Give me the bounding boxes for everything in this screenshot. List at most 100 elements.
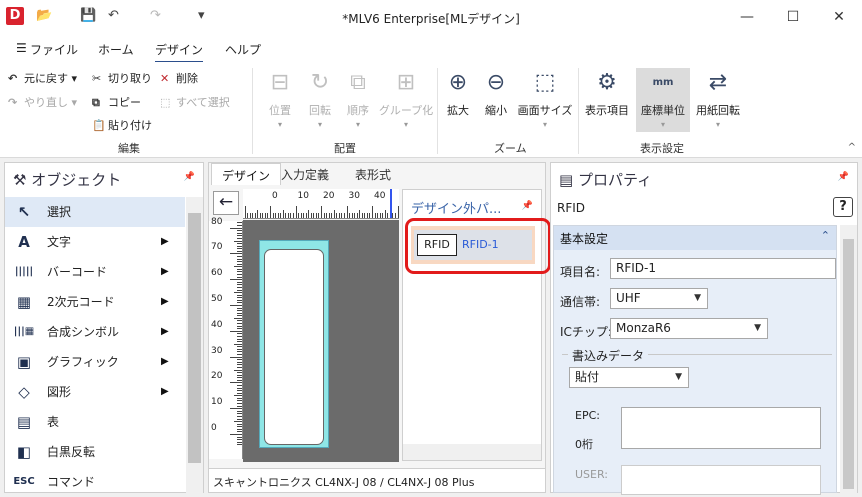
epc-input[interactable] [621, 407, 821, 449]
object-item[interactable]: ◧ 白黒反転 [5, 437, 185, 467]
object-item[interactable]: |||▦ 合成シンボル ▶ [5, 317, 185, 347]
pin-icon[interactable]: 📌 [522, 201, 533, 211]
screen-size-button[interactable]: ⬚ 画面サイズ ▾ [516, 68, 574, 129]
paste-button[interactable]: 📋 貼り付け [92, 117, 152, 133]
menu-help[interactable]: ヘルプ [225, 41, 261, 58]
item-name-field[interactable]: RFID-1 [610, 258, 836, 279]
collapse-ribbon-button[interactable]: ^ [848, 142, 856, 153]
label-liner [259, 240, 329, 448]
collapse-chevron-icon[interactable]: ⌃ [821, 229, 830, 242]
ruler-tick [234, 343, 242, 345]
composite-symbol-icon: |||▦ [13, 326, 35, 337]
ruler-tick [392, 213, 394, 218]
ruler-tick [237, 374, 242, 376]
scroll-thumb[interactable] [843, 239, 854, 489]
copy-button[interactable]: ⧉ コピー [92, 94, 141, 110]
pin-icon[interactable]: 📌 [184, 172, 195, 182]
ruler-tick [237, 232, 242, 234]
object-item[interactable]: A 文字 ▶ [5, 227, 185, 257]
tab-input-definition[interactable]: 入力定義 [271, 163, 339, 185]
ic-chip-select[interactable]: MonzaR6 ▼ [610, 318, 768, 339]
dropdown-arrow-icon: ▾ [277, 120, 282, 129]
ruler-tick [237, 297, 242, 299]
ruler-tick [237, 372, 242, 374]
ruler-label: 60 [211, 268, 223, 279]
ruler-tick [230, 305, 242, 306]
object-item[interactable]: ▦ 2次元コード ▶ [5, 287, 185, 317]
paper-rotate-button[interactable]: ⇄ 用紙回転 ▾ [692, 68, 744, 129]
ruler-tick [237, 315, 242, 317]
ruler-tick [318, 213, 320, 218]
ruler-tick [277, 213, 279, 218]
cut-button[interactable]: ✂ 切り取り [92, 70, 152, 86]
maximize-button[interactable]: ☐ [770, 0, 816, 36]
user-input[interactable] [621, 465, 821, 495]
ruler-tick [237, 341, 242, 343]
object-item[interactable]: ||||| バーコード ▶ [5, 257, 185, 287]
redo-button[interactable]: ↷ やり直し ▾ [8, 94, 77, 110]
undo-icon: ↶ [8, 72, 18, 85]
ruler-tick [234, 266, 242, 268]
ruler-label: 50 [211, 294, 223, 304]
position-button[interactable]: ⊟ 位置 ▾ [262, 68, 298, 129]
outside-panel-hscrollbar[interactable] [403, 444, 541, 460]
menu-home[interactable]: ホーム [98, 41, 134, 58]
object-list-scrollbar[interactable] [186, 197, 203, 493]
object-item[interactable]: ◇ 図形 ▶ [5, 377, 185, 407]
ruler-tick [237, 250, 242, 252]
ruler-label: 0 [211, 423, 217, 433]
dropdown-arrow-icon: ▾ [355, 120, 360, 129]
rotate-button[interactable]: ↻ 回転 ▾ [302, 68, 338, 129]
ruler-tick [237, 320, 242, 322]
close-button[interactable]: ✕ [816, 0, 862, 36]
object-item[interactable]: ▣ グラフィック ▶ [5, 347, 185, 377]
scroll-thumb[interactable] [188, 213, 201, 463]
group-button[interactable]: ⊞ グループ化 ▾ [378, 68, 434, 129]
ruler-tick [315, 213, 317, 218]
ruler-tick [394, 213, 396, 218]
display-items-button[interactable]: ⚙ 表示項目 [582, 68, 632, 118]
paste-icon: 📋 [92, 119, 106, 132]
ruler-tick [230, 382, 242, 384]
group-label-zoom: ズーム [494, 142, 527, 155]
ruler-tick [328, 213, 330, 218]
ruler-tick [237, 359, 242, 361]
menu-design[interactable]: デザイン [155, 41, 204, 63]
minimize-button[interactable]: — [724, 0, 770, 36]
zoom-out-button[interactable]: ⊖ 縮小 [480, 68, 512, 118]
comm-band-select[interactable]: UHF ▼ [610, 288, 708, 309]
help-button[interactable]: ? [833, 197, 853, 217]
back-button[interactable]: ← [213, 191, 239, 215]
dropdown-arrow-icon: ▾ [715, 120, 720, 129]
select-all-button[interactable]: ⬚ すべて選択 [160, 94, 230, 110]
object-item-label: 表 [47, 415, 60, 429]
menu-file[interactable]: ファイル [30, 41, 78, 58]
zoom-in-button[interactable]: ⊕ 拡大 [442, 68, 474, 118]
ruler-tick [237, 384, 242, 386]
ruler-tick [331, 213, 333, 218]
ribbon: ↶ 元に戻す ▾ ↷ やり直し ▾ ✂ 切り取り ⧉ コピー 📋 貼り付け ✕ 削除 ⬚ すべ… [0, 62, 862, 158]
tab-table-format[interactable]: 表形式 [345, 163, 401, 185]
object-item-label: グラフィック [47, 355, 119, 369]
design-canvas[interactable] [243, 220, 399, 462]
order-button[interactable]: ⧉ 順序 ▾ [340, 68, 376, 129]
property-panel-header: ▤ プロパティ [559, 171, 653, 189]
delete-button[interactable]: ✕ 削除 [160, 70, 198, 86]
object-item[interactable]: ▤ 表 [5, 407, 185, 437]
redo-icon: ↷ [8, 96, 18, 109]
label-body[interactable] [264, 249, 324, 445]
ruler-tick [354, 213, 356, 218]
ruler-tick [230, 227, 242, 229]
ruler-label: 30 [348, 191, 360, 201]
ruler-tick [361, 213, 363, 218]
basic-settings-header[interactable]: 基本設定 ⌃ [554, 226, 836, 250]
object-type-label: RFID [557, 201, 586, 215]
property-scrollbar[interactable] [840, 225, 857, 493]
object-item[interactable]: ↖ 選択 [5, 197, 185, 227]
pin-icon[interactable]: 📌 [838, 172, 849, 182]
ruler-tick [237, 366, 242, 368]
undo-button[interactable]: ↶ 元に戻す ▾ [8, 70, 77, 86]
ruler-tick [237, 397, 242, 399]
write-mode-select[interactable]: 貼付 ▼ [569, 367, 689, 388]
coord-unit-button[interactable]: mm 座標単位 ▾ [636, 68, 690, 129]
